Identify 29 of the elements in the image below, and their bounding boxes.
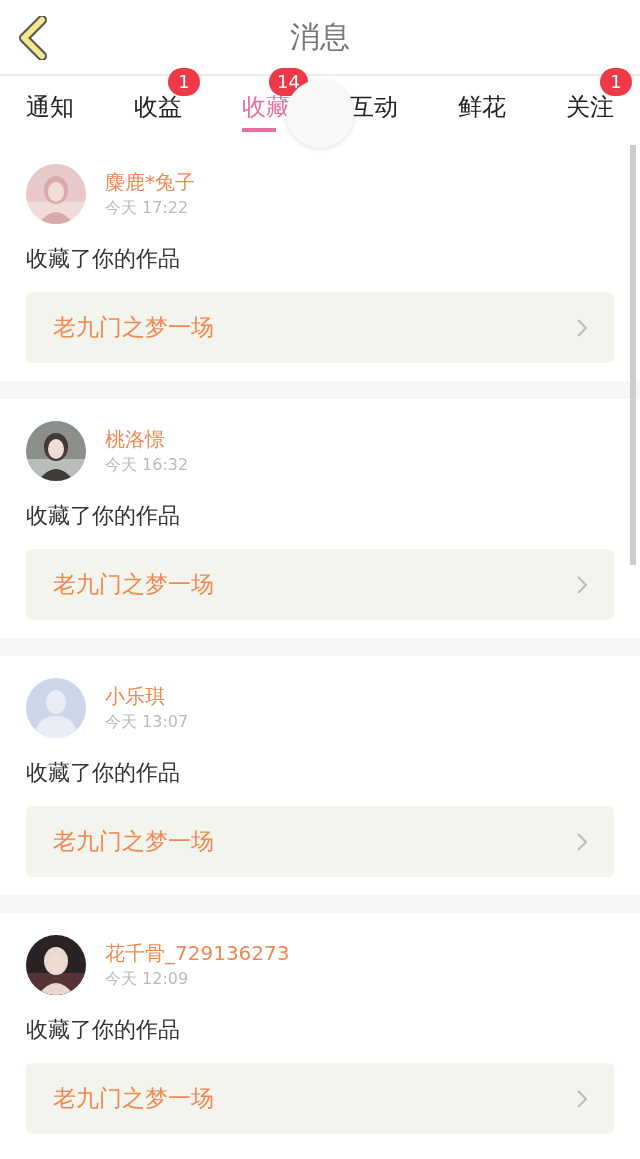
tab[interactable]: 互动: [350, 76, 398, 132]
message-text: 收藏了你的作品: [26, 759, 181, 787]
avatar-icon: [26, 678, 86, 738]
user-name[interactable]: 麋鹿*兔子: [105, 169, 614, 196]
user-name[interactable]: 桃洛憬: [105, 426, 614, 453]
scrollbar[interactable]: [630, 145, 636, 565]
count-badge: 1: [600, 68, 632, 96]
chevron-right-icon: [576, 831, 588, 852]
work-link[interactable]: 老九门之梦一场: [26, 292, 614, 363]
tab[interactable]: 鲜花: [458, 76, 506, 132]
page-title: 消息: [290, 17, 350, 56]
chevron-right-icon: [576, 1088, 588, 1109]
work-link[interactable]: 老九门之梦一场: [26, 806, 614, 877]
timestamp: 今天 12:09: [105, 969, 190, 990]
message-text: 收藏了你的作品: [26, 502, 181, 530]
message-text: 收藏了你的作品: [26, 1016, 181, 1044]
work-link[interactable]: 老九门之梦一场: [26, 549, 614, 620]
timestamp: 今天 13:07: [105, 712, 190, 733]
tab[interactable]: 通知: [26, 76, 74, 132]
user-name[interactable]: 小乐琪: [105, 683, 614, 710]
count-badge: 1: [168, 68, 200, 96]
work-link[interactable]: 老九门之梦一场: [26, 1063, 614, 1134]
chevron-right-icon: [576, 317, 588, 338]
timestamp: 今天 17:22: [105, 198, 190, 219]
chevron-right-icon: [576, 574, 588, 595]
timestamp: 今天 16:32: [105, 455, 190, 476]
message-text: 收藏了你的作品: [26, 245, 181, 273]
back-icon[interactable]: [16, 16, 48, 60]
user-name[interactable]: 花千骨_729136273: [105, 940, 614, 967]
